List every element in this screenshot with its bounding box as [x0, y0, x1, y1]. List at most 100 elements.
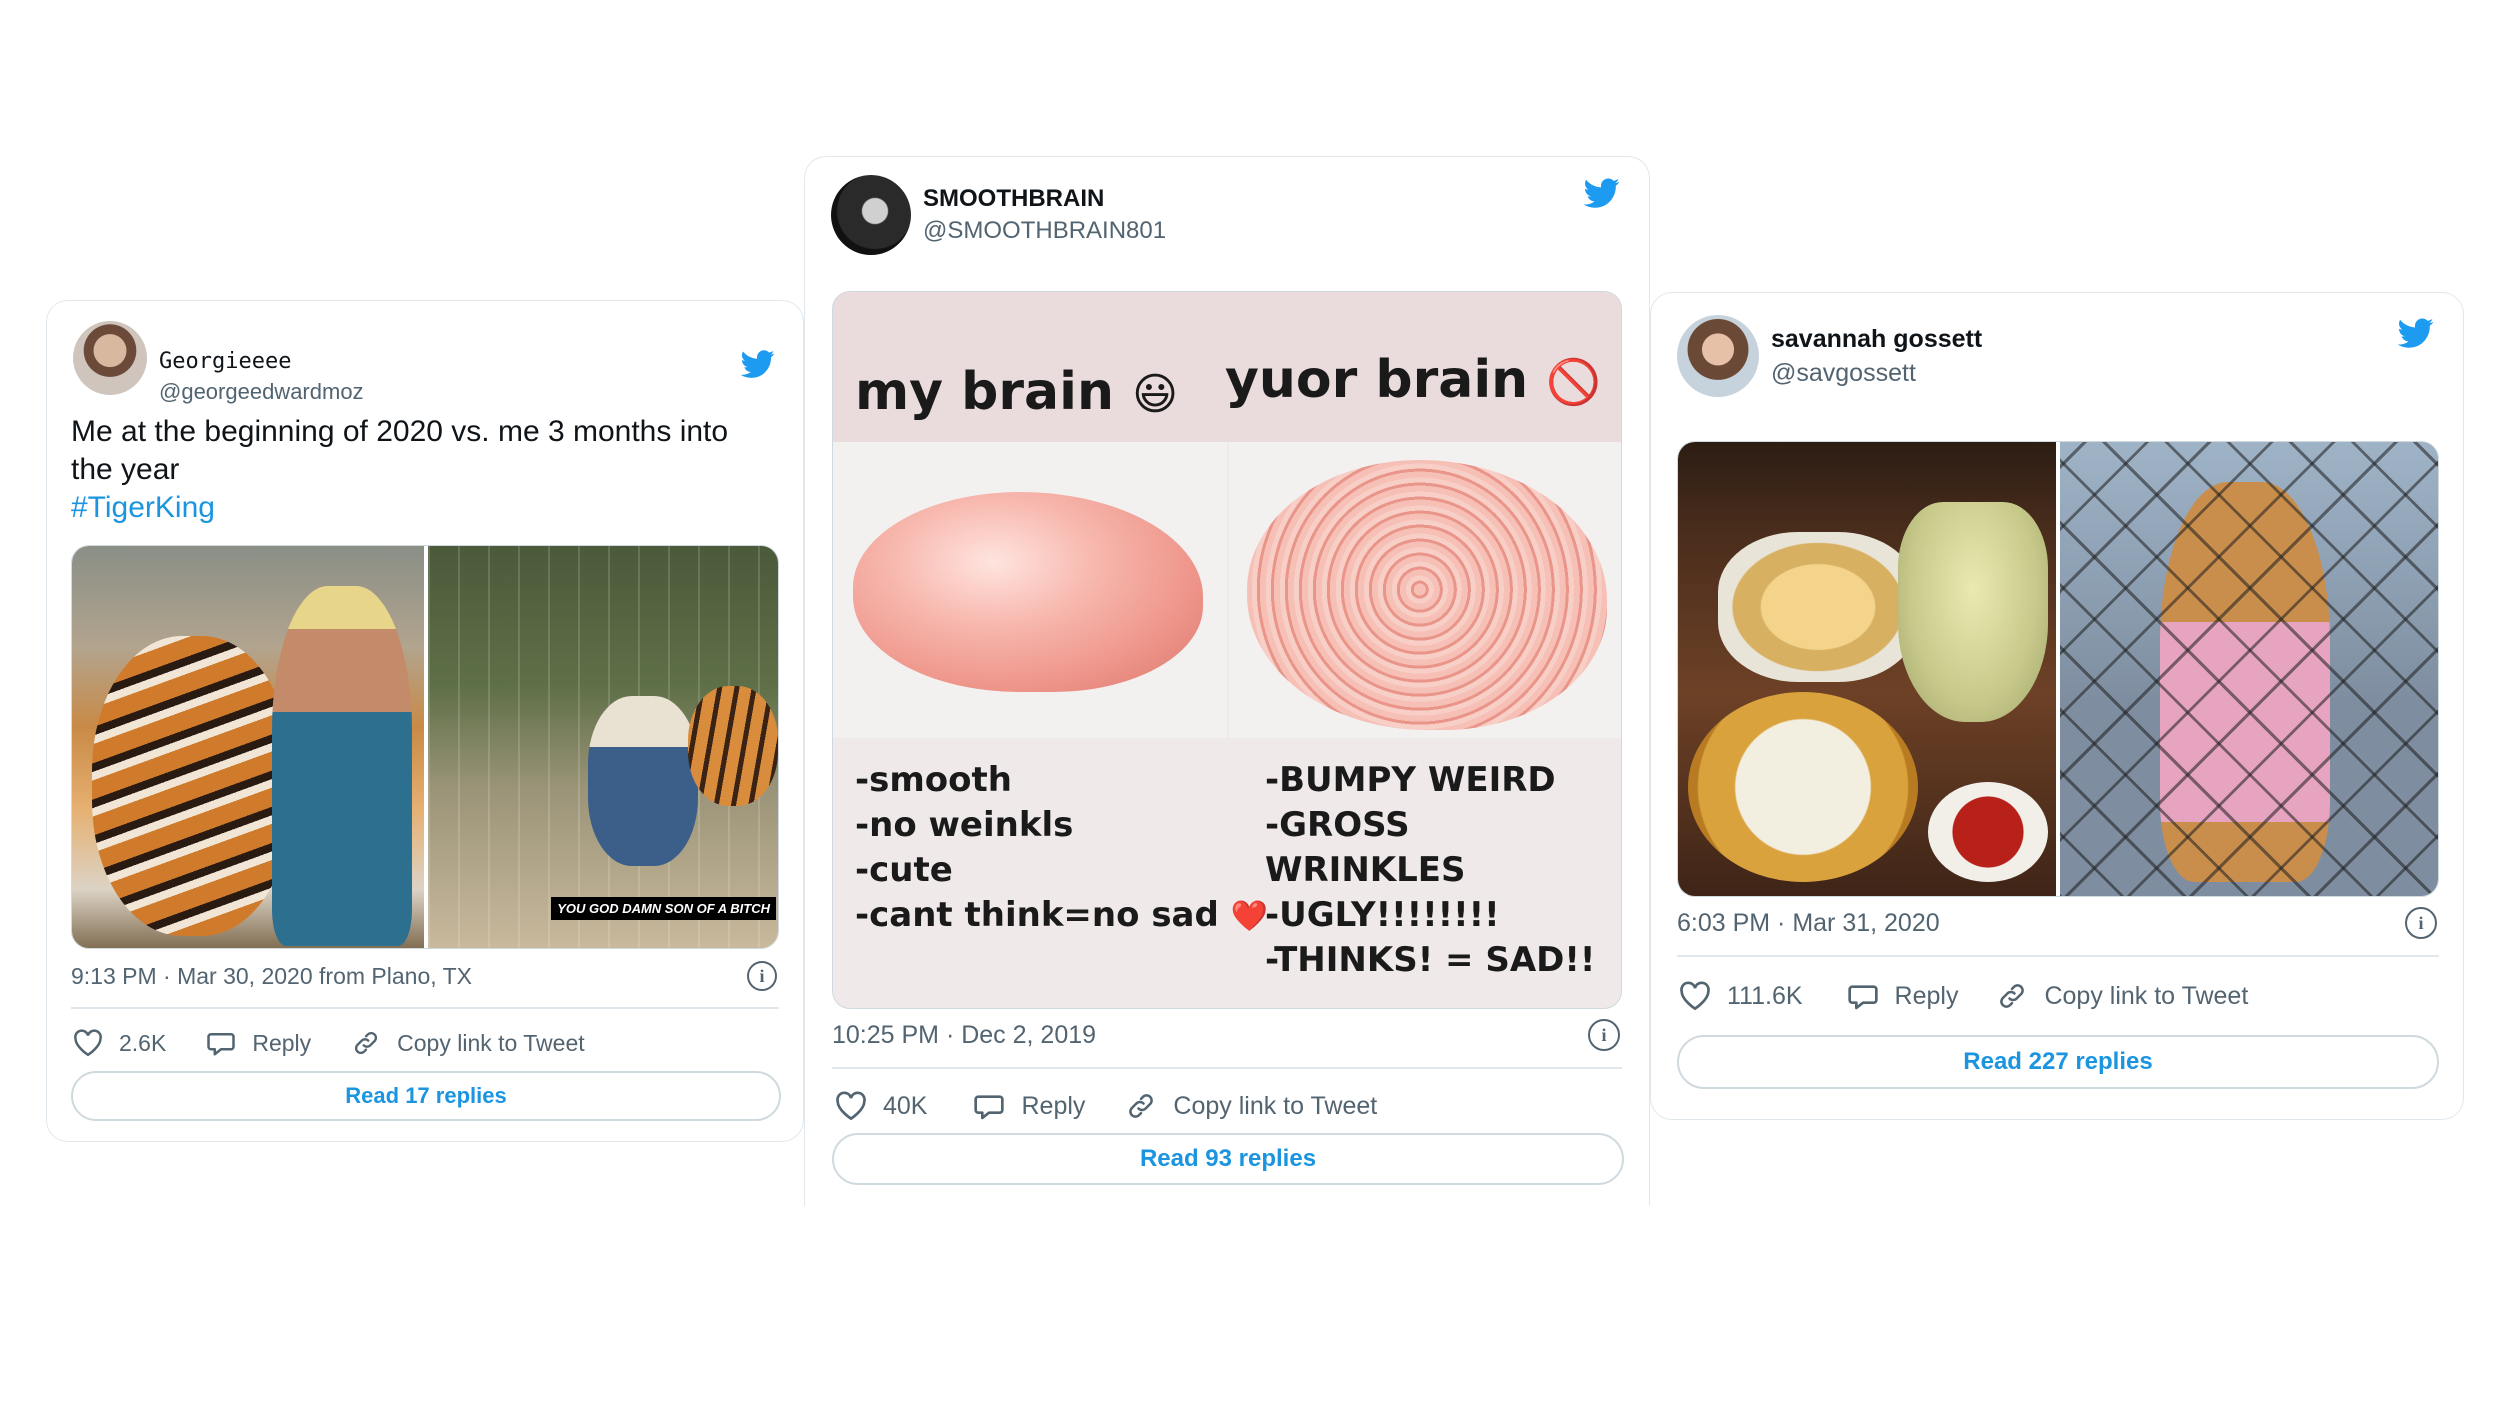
meme-right-list: -BUMPY WEIRD -GROSS WRINKLES -UGLY!!!!!!… [1265, 758, 1621, 983]
tweet-card-georgieeee: Georgieeee @georgeedwardmoz Me at the be… [46, 300, 804, 1142]
timestamp[interactable]: 10:25 PM · Dec 2, 2019 [832, 1021, 1096, 1050]
avatar[interactable] [1677, 315, 1759, 397]
salsa-bowl [1928, 782, 2048, 882]
tweet-header: SMOOTHBRAIN @SMOOTHBRAIN801 [831, 175, 1623, 255]
tiger-stripes [92, 636, 292, 936]
timestamp[interactable]: 9:13 PM · Mar 30, 2020 from Plano, TX [71, 963, 472, 990]
heart-icon [74, 1029, 102, 1057]
link-icon [355, 1031, 378, 1055]
display-name[interactable]: SMOOTHBRAIN [923, 185, 1104, 213]
chain-fence [2060, 442, 2438, 896]
divider [832, 1067, 1622, 1069]
smooth-brain-image [833, 442, 1227, 738]
info-icon[interactable]: i [1588, 1019, 1620, 1051]
left-list-item: -smooth [855, 760, 1012, 800]
reply-label: Reply [1894, 981, 1959, 1010]
twitter-bird-icon[interactable] [1581, 175, 1623, 211]
chips-basket [1718, 532, 1918, 682]
info-icon[interactable]: i [747, 961, 777, 991]
user-handle[interactable]: @SMOOTHBRAIN801 [923, 217, 1166, 245]
avatar[interactable] [73, 321, 147, 395]
left-list-item: -cant think=no sad [855, 895, 1219, 935]
timestamp[interactable]: 6:03 PM · Mar 31, 2020 [1677, 909, 1940, 938]
reply-bubble-icon [1847, 985, 1878, 1010]
left-list-item: -no weinkls [855, 805, 1074, 845]
tweet-text: Me at the beginning of 2020 vs. me 3 mon… [71, 413, 771, 527]
copy-link-button[interactable]: Copy link to Tweet [351, 1029, 585, 1057]
like-button[interactable]: 2.6K [73, 1029, 166, 1057]
tweet-header: Georgieeee @georgeedwardmoz [73, 321, 777, 404]
margarita-glass [1898, 502, 2048, 722]
left-list-item: -cute [855, 850, 953, 890]
left-list-item-last: -cant think=no sad ❤️ [855, 893, 1268, 939]
copy-link-button[interactable]: Copy link to Tweet [1125, 1091, 1377, 1121]
tweet-media[interactable] [1677, 441, 2439, 897]
reply-label: Reply [252, 1029, 312, 1056]
display-name[interactable]: savannah gossett [1771, 325, 1982, 354]
smiley-emoji: 😃 [1132, 369, 1178, 420]
info-icon[interactable]: i [2405, 907, 2437, 939]
reply-button[interactable]: Reply [1847, 981, 1959, 1011]
tweet-actions: 40K Reply Copy link to Tweet [835, 1083, 1417, 1129]
read-replies-button[interactable]: Read 227 replies [1677, 1035, 2439, 1089]
reply-button[interactable]: Reply [206, 1029, 311, 1057]
copy-link-button[interactable]: Copy link to Tweet [1996, 981, 2248, 1011]
display-name[interactable]: Georgieeee [159, 349, 291, 374]
copy-link-label: Copy link to Tweet [1173, 1091, 1378, 1120]
meme-caption: YOU GOD DAMN SON OF A BITCH [551, 897, 776, 920]
tweet-card-smoothbrain: SMOOTHBRAIN @SMOOTHBRAIN801 my brain 😃 y… [804, 156, 1650, 1206]
prohibited-emoji: 🚫 [1546, 357, 1602, 408]
heart-emoji: ❤️ [1230, 899, 1269, 934]
queso-bowl [1688, 692, 1918, 882]
link-icon [2000, 984, 2025, 1008]
arthur-cartoon [2060, 442, 2438, 896]
right-list-item: -THINKS! = SAD!! [1265, 940, 1596, 980]
my-brain-title: my brain [855, 362, 1114, 422]
user-handle[interactable]: @savgossett [1771, 359, 1916, 388]
like-count: 40K [883, 1091, 928, 1120]
read-replies-button[interactable]: Read 17 replies [71, 1071, 781, 1121]
copy-link-label: Copy link to Tweet [397, 1029, 585, 1056]
yuor-brain-title: yuor brain [1225, 350, 1529, 410]
tweet-actions: 111.6K Reply Copy link to Tweet [1679, 973, 2288, 1019]
lunging-tiger [688, 686, 778, 806]
tweet-header: savannah gossett @savgossett [1677, 315, 2437, 397]
tweet-actions: 2.6K Reply Copy link to Tweet [73, 1021, 625, 1065]
smooth-brain-shape [853, 492, 1203, 692]
divider [1677, 955, 2439, 957]
user-handle[interactable]: @georgeedwardmoz [159, 379, 364, 405]
attack-photo: YOU GOD DAMN SON OF A BITCH [428, 546, 778, 948]
heart-icon [836, 1091, 866, 1121]
man-figure [272, 586, 412, 946]
twitter-bird-icon[interactable] [2395, 315, 2437, 351]
tweet-text-body: Me at the beginning of 2020 vs. me 3 mon… [71, 415, 729, 486]
like-button[interactable]: 111.6K [1679, 981, 1803, 1011]
reply-button[interactable]: Reply [973, 1091, 1085, 1121]
falling-man [588, 696, 698, 866]
link-icon [1129, 1094, 1154, 1118]
divider [71, 1007, 779, 1009]
avatar[interactable] [831, 175, 911, 255]
tweet-card-savannah: savannah gossett @savgossett 6:03 PM · M… [1650, 292, 2464, 1120]
read-replies-button[interactable]: Read 93 replies [832, 1133, 1624, 1185]
right-list-item: -GROSS WRINKLES [1265, 805, 1466, 890]
right-list-item: -BUMPY WEIRD [1265, 760, 1556, 800]
meme-left-list: -smooth -no weinkls -cute -cant think=no… [855, 758, 1268, 939]
wrinkly-brain-shape [1247, 460, 1607, 730]
reply-bubble-icon [207, 1033, 236, 1056]
like-count: 2.6K [119, 1029, 167, 1056]
tiger-photo [72, 546, 424, 948]
tweet-media-meme[interactable]: my brain 😃 yuor brain 🚫 -smooth -no wein… [832, 291, 1622, 1009]
reply-label: Reply [1021, 1091, 1086, 1120]
heart-icon [1680, 981, 1710, 1011]
tweet-media[interactable]: YOU GOD DAMN SON OF A BITCH [71, 545, 779, 949]
right-list-item: -UGLY!!!!!!!! [1265, 895, 1500, 935]
twitter-bird-icon[interactable] [739, 347, 777, 381]
wrinkly-brain-image [1229, 442, 1621, 738]
like-button[interactable]: 40K [835, 1091, 927, 1121]
hashtag-link[interactable]: #TigerKing [71, 491, 215, 524]
meme-right-title: yuor brain 🚫 [1225, 350, 1601, 410]
reply-bubble-icon [974, 1095, 1005, 1120]
meme-left-title: my brain 😃 [855, 362, 1178, 422]
copy-link-label: Copy link to Tweet [2044, 981, 2249, 1010]
